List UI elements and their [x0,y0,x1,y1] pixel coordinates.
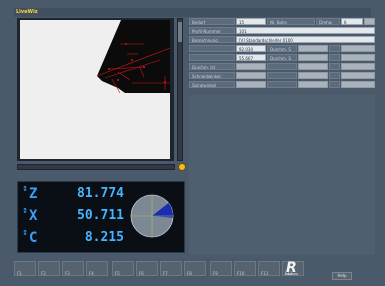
parameter-grid: Bedarf 15 Nr. Bahn Drehw 6 Profil-Nummer… [189,18,375,92]
grid-label-5: Durchm. Ist [189,63,235,70]
grid-field-5b[interactable] [298,63,328,70]
fkey-f4[interactable]: F4 [86,261,108,276]
grid-spacer-7b [329,81,340,88]
grid-spacer-5a [267,63,297,70]
grid-label-4 [189,54,235,61]
grid-field-6a[interactable] [236,72,266,79]
fkey-f9[interactable]: F9 [210,261,232,276]
horizontal-scrollbar[interactable] [17,164,175,170]
help-button[interactable]: Help [332,272,352,280]
grid-field-7a[interactable] [236,81,266,88]
fkey-f1[interactable]: F1 [14,261,36,276]
fkey-f7[interactable]: F7 [160,261,182,276]
grid-value3-0[interactable]: 6 [341,18,363,25]
grid-label3-0: Drehw [316,18,340,25]
grid-field-6c[interactable] [341,72,375,79]
app-title: LiveWiz [16,9,38,15]
grid-label-3 [189,45,235,52]
fkey-f5[interactable]: F5 [112,261,134,276]
grid-field-4b[interactable] [341,54,375,61]
vertical-scroll-thumb[interactable] [178,22,182,42]
fkey-f2[interactable]: F2 [38,261,60,276]
grid-spacer-3 [329,45,340,52]
grid-field-4a[interactable] [298,54,328,61]
grid-spacer-5b [329,63,340,70]
grid-spacer-6a [267,72,297,79]
grid-label2-0: Nr. Bahn [267,18,315,25]
title-bar [14,8,371,17]
grid-field-5a[interactable] [236,63,266,70]
grid-field-7c[interactable] [341,81,375,88]
grid-value-3[interactable]: 92.030 [236,45,266,52]
grid-label-6: Schneidwinkel [189,72,235,79]
grid-btn-0[interactable] [364,18,375,25]
grid-label2-4: Durchm. S [267,54,297,61]
grid-spacer-6b [329,72,340,79]
fkey-f10[interactable]: F10 [234,261,256,276]
axis-x-value: 50.711 [77,208,124,223]
grid-field-3b[interactable] [341,45,375,52]
axis-c-label: C [29,230,38,246]
axis-z-label: Z [29,186,38,202]
grid-value-4[interactable]: 55.667 [236,54,266,61]
r-logo-icon[interactable]: R [282,256,302,278]
grid-spacer-7a [267,81,297,88]
grid-label-7: Spiralwinkel [189,81,235,88]
grid-value-1[interactable]: 101 [236,27,375,34]
grid-value-2[interactable]: [V] Standardschleifer 0100 [236,36,375,43]
grid-label2-3: Durchm. S [267,45,297,52]
grid-value-0[interactable]: 15 [236,18,266,25]
axis-x-label: X [29,208,38,224]
info-panel [189,95,375,255]
grid-field-7b[interactable] [298,81,328,88]
grid-label-0: Bedarf [189,18,235,25]
fkey-f8[interactable]: F8 [184,261,206,276]
grid-label-1: Profil-Nummer [189,27,235,34]
fkey-f3[interactable]: F3 [62,261,84,276]
fkey-f6[interactable]: F6 [136,261,158,276]
rotation-dial [130,194,174,238]
camera-overlay [96,20,170,94]
camera-settings-button[interactable] [178,163,186,171]
grid-field-5c[interactable] [341,63,375,70]
grid-field-3a[interactable] [298,45,328,52]
axis-c-value: 8.215 [84,230,124,245]
grid-field-6b[interactable] [298,72,328,79]
grid-spacer-4 [329,54,340,61]
grid-label-2: Bezeichnung [189,36,235,43]
fkey-f11[interactable]: F11 [258,261,280,276]
axis-z-value: 81.774 [77,186,124,201]
